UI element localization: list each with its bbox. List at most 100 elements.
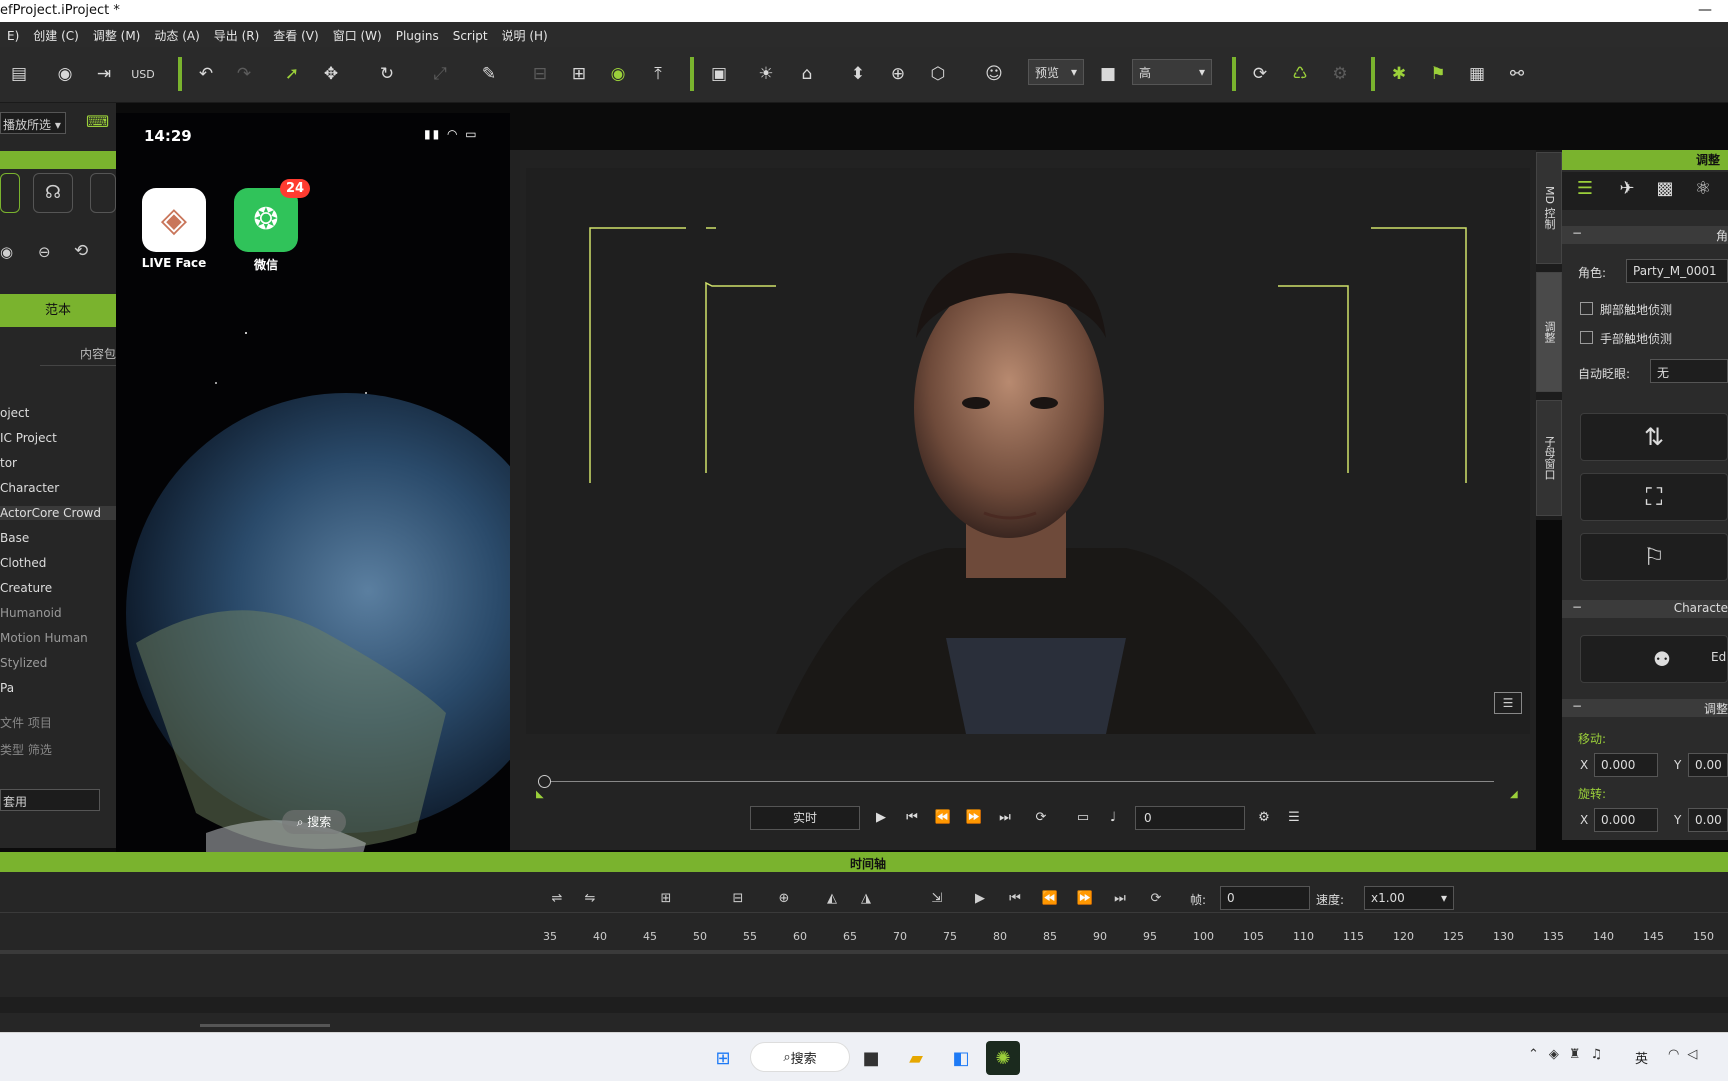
- usd-icon[interactable]: USD: [128, 59, 158, 89]
- cloth-icon[interactable]: [90, 173, 116, 213]
- distribute-icon[interactable]: ⊞: [564, 59, 594, 89]
- key-icon[interactable]: ⇌: [545, 886, 569, 910]
- checker-icon[interactable]: ▩: [1650, 178, 1680, 204]
- tree-item-actorcore-crowd[interactable]: ActorCore Crowd: [0, 506, 116, 520]
- tree-item-humanoid[interactable]: Humanoid: [0, 606, 62, 620]
- align-icon[interactable]: ⊟: [525, 59, 555, 89]
- move-x-input[interactable]: 0.000: [1594, 753, 1658, 777]
- settings-panel-icon[interactable]: ▦: [1462, 59, 1492, 89]
- viewport-message-icon[interactable]: ☰: [1494, 692, 1522, 714]
- accessory-icon[interactable]: ⊖: [38, 243, 51, 261]
- menu-create[interactable]: 创建 (C): [26, 22, 86, 44]
- windows-start-icon[interactable]: ⊞: [706, 1041, 740, 1075]
- export-icon[interactable]: ⇥: [89, 59, 119, 89]
- actor-icon[interactable]: [0, 173, 20, 213]
- fit-all-icon[interactable]: ⊕: [883, 59, 913, 89]
- 3d-viewport[interactable]: ☰: [526, 168, 1530, 734]
- menu-animation[interactable]: 动态 (A): [147, 22, 206, 44]
- list-icon[interactable]: ☰: [1283, 806, 1305, 828]
- eye-icon[interactable]: ◉: [0, 243, 13, 261]
- timeline-next-icon[interactable]: ⏩: [1073, 886, 1097, 910]
- section-header-character[interactable]: − 角: [1562, 226, 1728, 244]
- menu-plugins[interactable]: Plugins: [389, 24, 446, 43]
- timeline-scrollbar[interactable]: [200, 1024, 330, 1027]
- template-button[interactable]: 范本: [0, 294, 116, 327]
- hair-icon[interactable]: ☊: [33, 173, 73, 213]
- fit-character-button[interactable]: ⛶: [1580, 473, 1728, 521]
- fit-height-icon[interactable]: ⬍: [843, 59, 873, 89]
- last-frame-icon[interactable]: ⏭: [994, 806, 1016, 828]
- mirror-left-icon[interactable]: ◭: [820, 886, 844, 910]
- timeline-first-icon[interactable]: ⏮: [1003, 886, 1027, 910]
- menu-export[interactable]: 导出 (R): [207, 22, 267, 44]
- menu-script[interactable]: Script: [446, 24, 495, 43]
- tree-item-actor[interactable]: tor: [0, 456, 17, 470]
- split-icon[interactable]: ⊟: [726, 886, 750, 910]
- quality-select[interactable]: 高 ▾: [1132, 59, 1212, 85]
- motion-icon[interactable]: ✈: [1612, 178, 1642, 204]
- subtitle-icon[interactable]: ▭: [1072, 806, 1094, 828]
- drop-to-floor-icon[interactable]: ⤒: [643, 59, 673, 89]
- menu-modify[interactable]: 调整 (M): [86, 22, 148, 44]
- hand-contact-checkbox[interactable]: [1580, 331, 1593, 344]
- tree-item-base[interactable]: Base: [0, 531, 29, 545]
- section-header-character2[interactable]: − Characte: [1562, 600, 1728, 618]
- save-icon[interactable]: ▤: [4, 59, 34, 89]
- scale-icon[interactable]: ⤢: [425, 59, 455, 89]
- menu-help[interactable]: 说明 (H): [495, 22, 555, 44]
- flag-icon[interactable]: ⚑: [1423, 59, 1453, 89]
- apply-button[interactable]: 套用: [0, 789, 100, 811]
- sliders-icon[interactable]: ☰: [1570, 178, 1600, 204]
- task-view-icon[interactable]: ■: [854, 1041, 888, 1075]
- timeline-last-icon[interactable]: ⏭: [1108, 886, 1132, 910]
- frame-input[interactable]: 0: [1135, 806, 1245, 830]
- live-face-app-icon[interactable]: ◈: [142, 188, 206, 252]
- rotate-x-input[interactable]: 0.000: [1594, 808, 1658, 832]
- file-explorer-icon[interactable]: ▰: [899, 1041, 933, 1075]
- key-filter-icon[interactable]: ⇋: [578, 886, 602, 910]
- speed-select[interactable]: x1.00 ▾: [1364, 886, 1454, 910]
- auto-blink-select[interactable]: 无: [1650, 359, 1728, 383]
- system-tray-icons[interactable]: ⌃◈♜♫: [1528, 1047, 1612, 1062]
- mirror-right-icon[interactable]: ◮: [854, 886, 878, 910]
- audio-icon[interactable]: ♩: [1102, 806, 1124, 828]
- camera-frame-icon[interactable]: ⬡: [923, 59, 953, 89]
- visibility-icon[interactable]: ◉: [603, 59, 633, 89]
- light-icon[interactable]: ☀: [751, 59, 781, 89]
- redo-icon[interactable]: ↷: [229, 59, 259, 89]
- edit-icon[interactable]: ✎: [474, 59, 504, 89]
- timeline-frame-input[interactable]: 0: [1220, 886, 1310, 910]
- home-icon[interactable]: ⌂: [792, 59, 822, 89]
- timeline-loop-icon[interactable]: ⟳: [1144, 886, 1168, 910]
- timeline-play-icon[interactable]: ▶: [968, 886, 992, 910]
- tree-item-pa[interactable]: Pa: [0, 681, 14, 695]
- rotate-icon[interactable]: ↻: [372, 59, 402, 89]
- tab-content-pack[interactable]: 内容包: [40, 343, 118, 366]
- move-y-input[interactable]: 0.00: [1688, 753, 1728, 777]
- taskbar-search[interactable]: ⌕ 搜索: [750, 1042, 850, 1072]
- replace-icon[interactable]: ⟲: [74, 241, 88, 261]
- insert-frames-icon[interactable]: ⊞: [654, 886, 678, 910]
- collision-button[interactable]: ⚐: [1580, 533, 1728, 581]
- preview-icon[interactable]: ◉: [50, 59, 80, 89]
- loop-icon[interactable]: ⟳: [1030, 806, 1052, 828]
- tree-item-creature[interactable]: Creature: [0, 581, 52, 595]
- character-field[interactable]: Party_M_0001: [1626, 259, 1728, 283]
- export-clip-icon[interactable]: ⇲: [925, 886, 949, 910]
- rotate-y-input[interactable]: 0.00: [1688, 808, 1728, 832]
- settings-icon[interactable]: ⚙: [1253, 806, 1275, 828]
- menu-view[interactable]: 查看 (V): [266, 22, 325, 44]
- undo-icon[interactable]: ↶: [191, 59, 221, 89]
- play-selected-dropdown[interactable]: 播放所选 ▾: [0, 112, 66, 134]
- physics-icon[interactable]: ⟳: [1245, 59, 1275, 89]
- range-start-marker[interactable]: ◣: [536, 789, 544, 800]
- tab-adjust[interactable]: 调整: [1536, 272, 1562, 392]
- timeline-prev-icon[interactable]: ⏪: [1038, 886, 1062, 910]
- ime-indicator[interactable]: 英: [1635, 1048, 1648, 1067]
- tab-md-control[interactable]: MD 控制: [1536, 152, 1562, 264]
- soft-cloth-icon[interactable]: ♺: [1285, 59, 1315, 89]
- link-icon[interactable]: ⚯: [1502, 59, 1532, 89]
- tree-item-motion-human[interactable]: Motion Human: [0, 631, 88, 645]
- menu-window[interactable]: 窗口 (W): [326, 22, 389, 44]
- timeline-track-strip[interactable]: [0, 997, 1728, 1013]
